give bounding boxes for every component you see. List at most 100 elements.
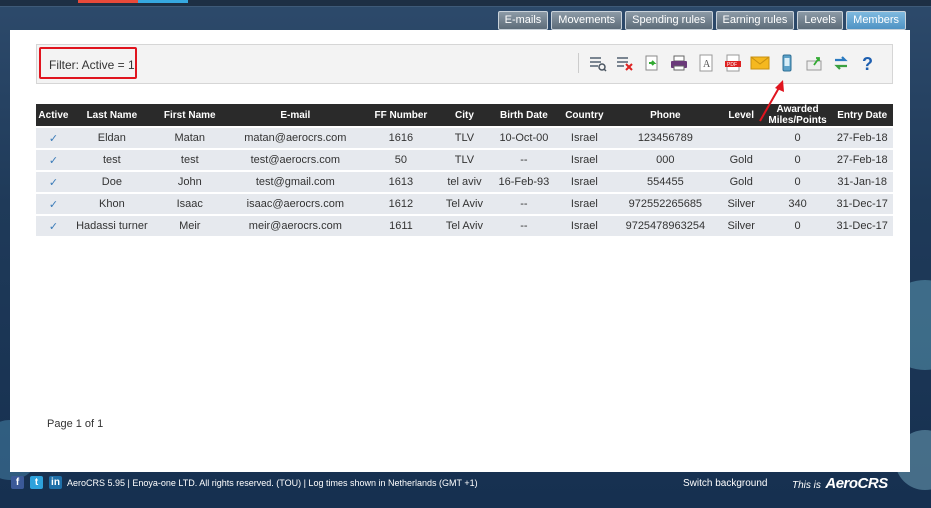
sync-icon[interactable] xyxy=(831,53,851,73)
logo-strip xyxy=(138,0,188,3)
column-header[interactable]: City xyxy=(437,104,492,126)
brand-logo: This is AeroCRS xyxy=(792,475,888,493)
cell-ff-number: 1616 xyxy=(364,128,438,148)
column-header[interactable]: Last Name xyxy=(70,104,153,126)
cell-level: Silver xyxy=(718,216,764,236)
cell-email: meir@aerocrs.com xyxy=(226,216,365,236)
column-header[interactable]: Awarded Miles/Points xyxy=(763,104,832,126)
help-icon[interactable]: ? xyxy=(858,53,878,73)
cell-level xyxy=(718,128,764,148)
cell-birth-date: 16-Feb-93 xyxy=(491,172,557,192)
cell-phone: 000 xyxy=(612,150,719,170)
cell-phone: 123456789 xyxy=(612,128,719,148)
cell-phone: 554455 xyxy=(612,172,719,192)
brand-prefix: This is xyxy=(792,480,821,491)
column-header[interactable]: Country xyxy=(556,104,613,126)
column-header[interactable]: Entry Date xyxy=(831,104,893,126)
cell-first-name: John xyxy=(152,172,227,192)
column-header[interactable]: FF Number xyxy=(364,104,438,126)
tab-spending-rules[interactable]: Spending rules xyxy=(625,11,713,30)
cell-first-name: Meir xyxy=(152,216,227,236)
cell-points: 340 xyxy=(763,194,832,214)
toolbar-divider xyxy=(578,53,579,73)
footer: f t in AeroCRS 5.95 | Enoya-one LTD. All… xyxy=(0,472,931,508)
linkedin-icon[interactable]: in xyxy=(49,476,62,489)
active-check: ✓ xyxy=(36,128,71,148)
column-header[interactable]: Level xyxy=(718,104,764,126)
table-row[interactable]: ✓ Eldan Matan matan@aerocrs.com 1616 TLV… xyxy=(36,128,893,148)
cell-last-name: Eldan xyxy=(70,128,153,148)
svg-text:A: A xyxy=(703,59,711,70)
cell-points: 0 xyxy=(763,216,832,236)
main-nav-tabs: E-mails Movements Spending rules Earning… xyxy=(497,11,906,30)
cell-last-name: Doe xyxy=(70,172,153,192)
switch-background-link[interactable]: Switch background xyxy=(683,478,768,489)
column-header[interactable]: Active xyxy=(36,104,71,126)
tab-levels[interactable]: Levels xyxy=(797,11,844,30)
table-row[interactable]: ✓ Khon Isaac isaac@aerocrs.com 1612 Tel … xyxy=(36,194,893,214)
filter-label: Filter: Active = 1 xyxy=(49,58,135,72)
toolbar: Filter: Active = 1 A PDF ? xyxy=(36,44,893,84)
cell-first-name: Isaac xyxy=(152,194,227,214)
cell-birth-date: -- xyxy=(491,194,557,214)
sms-icon[interactable] xyxy=(777,53,797,73)
cell-entry-date: 27-Feb-18 xyxy=(831,128,893,148)
cell-last-name: test xyxy=(70,150,153,170)
tab-members[interactable]: Members xyxy=(846,11,906,30)
active-check: ✓ xyxy=(36,216,71,236)
cell-level: Gold xyxy=(718,150,764,170)
cell-first-name: Matan xyxy=(152,128,227,148)
column-header[interactable]: E-mail xyxy=(226,104,365,126)
filter-highlight[interactable]: Filter: Active = 1 xyxy=(39,47,137,79)
column-header[interactable]: Phone xyxy=(612,104,719,126)
text-icon[interactable]: A xyxy=(696,53,716,73)
cell-last-name: Hadassi turner xyxy=(70,216,153,236)
pdf-icon[interactable]: PDF xyxy=(723,53,743,73)
delete-icon[interactable] xyxy=(615,53,635,73)
cell-birth-date: -- xyxy=(491,150,557,170)
facebook-icon[interactable]: f xyxy=(11,476,24,489)
toolbar-icons: A PDF ? xyxy=(578,53,878,73)
cell-ff-number: 1612 xyxy=(364,194,438,214)
email-icon[interactable] xyxy=(750,53,770,73)
cell-points: 0 xyxy=(763,128,832,148)
tab-movements[interactable]: Movements xyxy=(551,11,623,30)
column-header[interactable]: Birth Date xyxy=(491,104,557,126)
table-row[interactable]: ✓ Doe John test@gmail.com 1613 tel aviv … xyxy=(36,172,893,192)
cell-email: matan@aerocrs.com xyxy=(226,128,365,148)
cell-ff-number: 1613 xyxy=(364,172,438,192)
members-panel: Filter: Active = 1 A PDF ? Active Last N… xyxy=(10,30,910,472)
cell-phone: 9725478963254 xyxy=(612,216,719,236)
cell-entry-date: 31-Dec-17 xyxy=(831,194,893,214)
cell-country: Israel xyxy=(556,150,613,170)
cell-city: tel aviv xyxy=(437,172,492,192)
print-icon[interactable] xyxy=(669,53,689,73)
table-header-row: Active Last Name First Name E-mail FF Nu… xyxy=(36,104,893,126)
active-check: ✓ xyxy=(36,172,71,192)
pager-label: Page 1 of 1 xyxy=(47,418,104,430)
export-icon[interactable] xyxy=(642,53,662,73)
cell-points: 0 xyxy=(763,172,832,192)
svg-text:?: ? xyxy=(862,54,873,72)
import-icon[interactable] xyxy=(804,53,824,73)
cell-birth-date: -- xyxy=(491,216,557,236)
members-table: Active Last Name First Name E-mail FF Nu… xyxy=(36,102,893,238)
table-row[interactable]: ✓ Hadassi turner Meir meir@aerocrs.com 1… xyxy=(36,216,893,236)
cell-level: Gold xyxy=(718,172,764,192)
cell-city: Tel Aviv xyxy=(437,216,492,236)
cell-ff-number: 50 xyxy=(364,150,438,170)
twitter-icon[interactable]: t xyxy=(30,476,43,489)
tab-emails[interactable]: E-mails xyxy=(497,11,549,30)
tab-earning-rules[interactable]: Earning rules xyxy=(715,11,795,30)
cell-city: Tel Aviv xyxy=(437,194,492,214)
table-row[interactable]: ✓ test test test@aerocrs.com 50 TLV -- I… xyxy=(36,150,893,170)
cell-entry-date: 31-Jan-18 xyxy=(831,172,893,192)
cell-birth-date: 10-Oct-00 xyxy=(491,128,557,148)
cell-city: TLV xyxy=(437,128,492,148)
column-header[interactable]: First Name xyxy=(152,104,227,126)
cell-city: TLV xyxy=(437,150,492,170)
footer-copyright: AeroCRS 5.95 | Enoya-one LTD. All rights… xyxy=(67,478,478,488)
view-icon[interactable] xyxy=(588,53,608,73)
active-check: ✓ xyxy=(36,194,71,214)
cell-phone: 972552265685 xyxy=(612,194,719,214)
